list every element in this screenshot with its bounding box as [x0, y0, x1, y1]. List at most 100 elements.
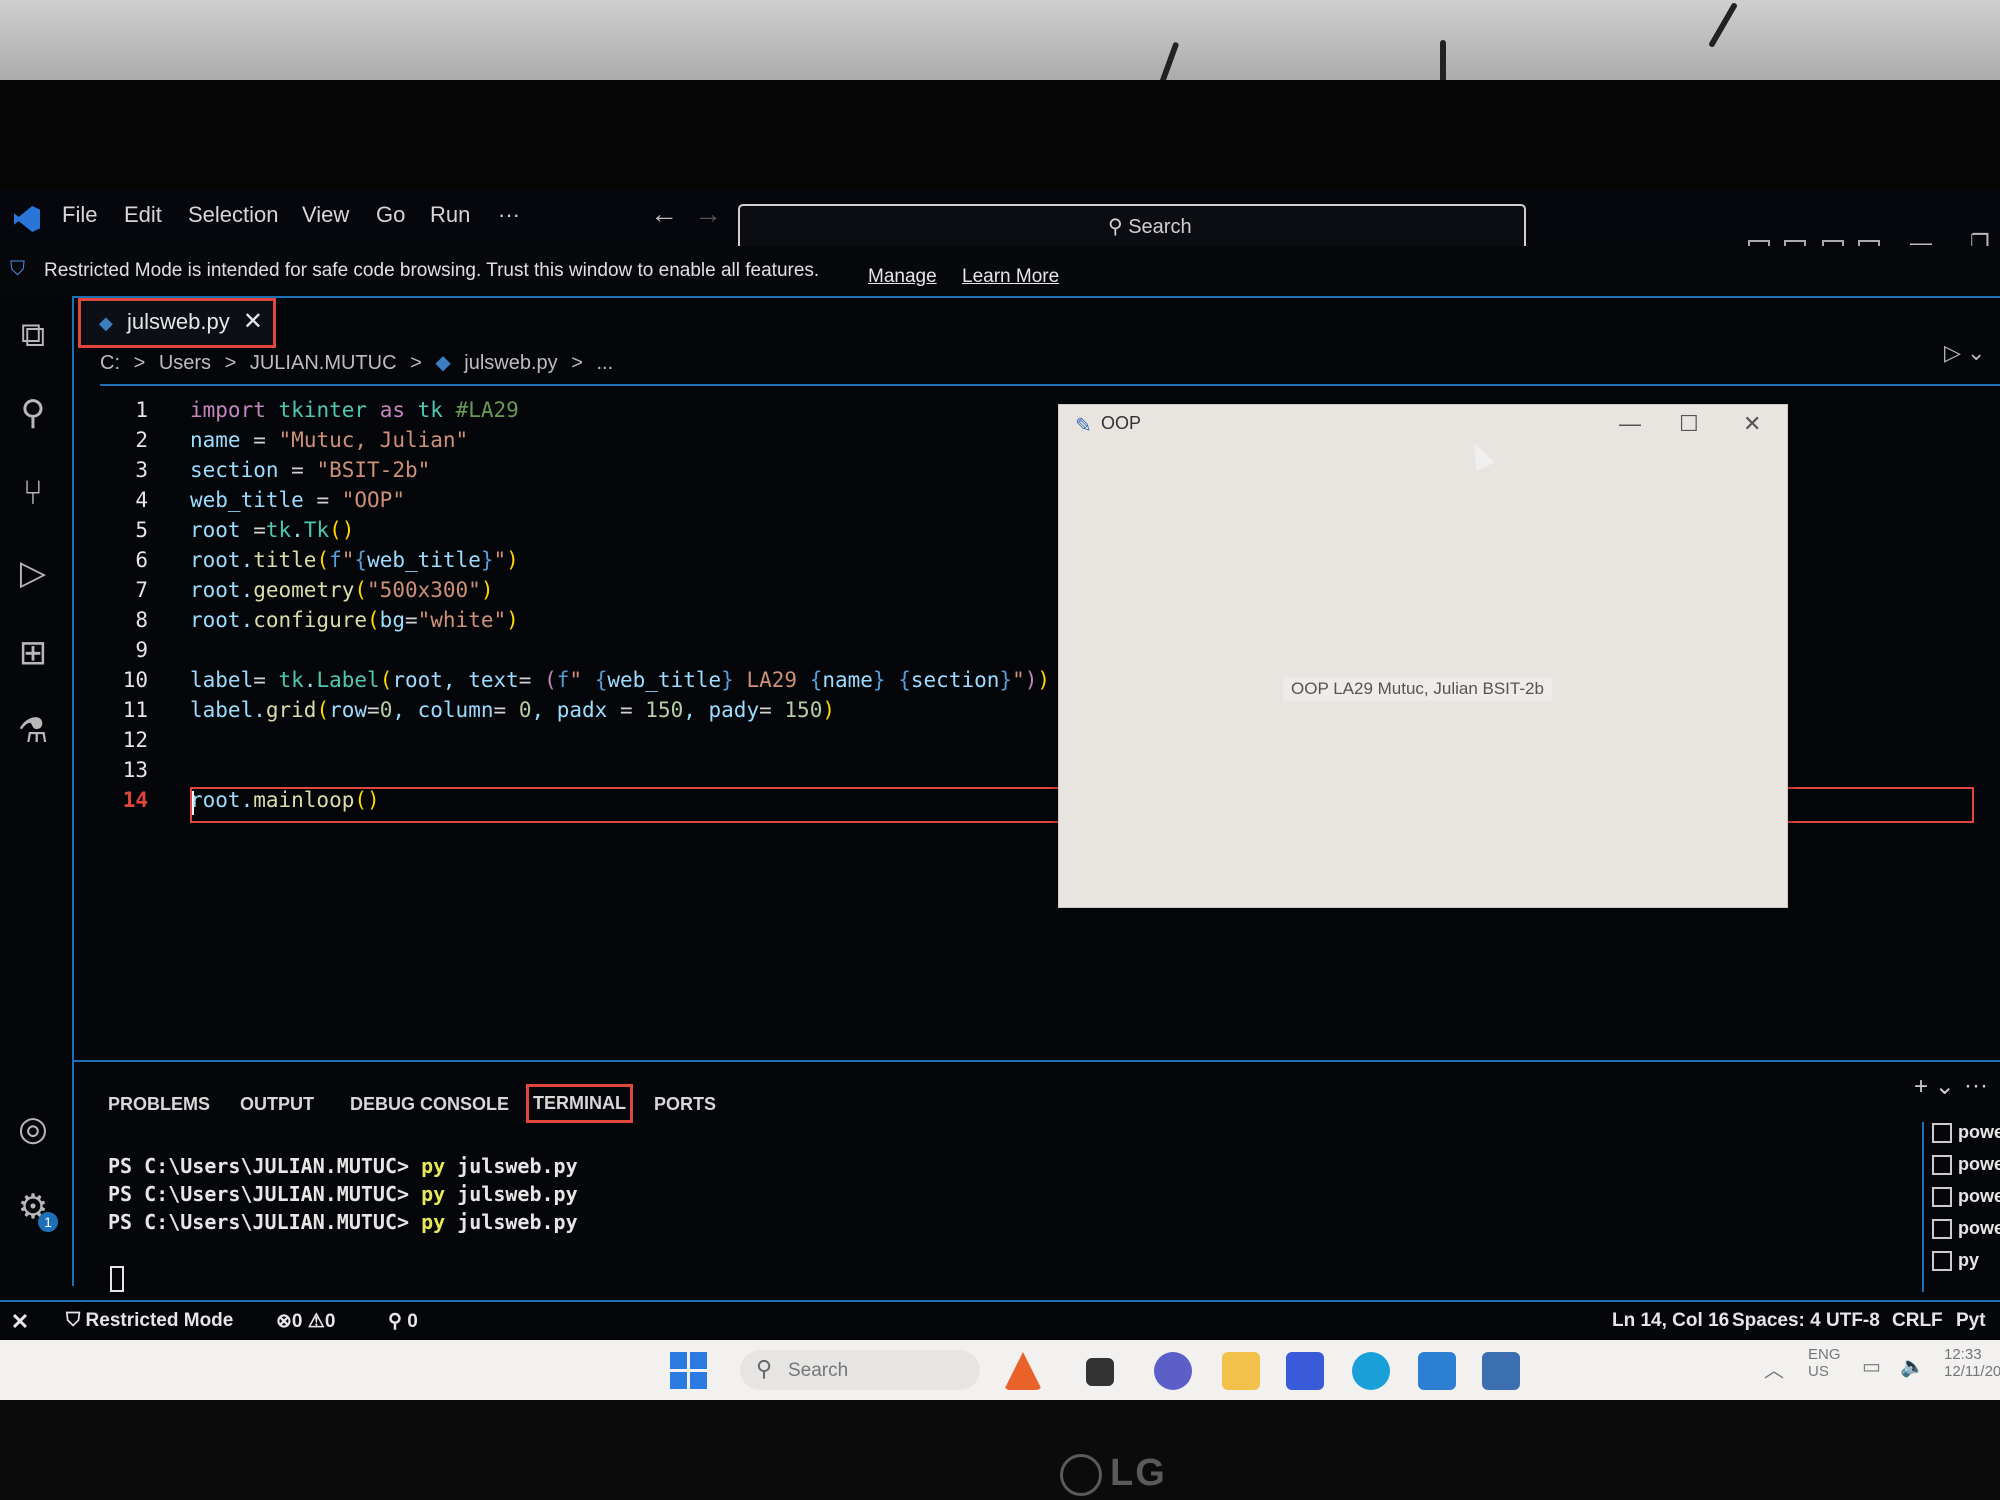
- menu-more[interactable]: ···: [498, 202, 520, 228]
- terminal-item[interactable]: powe: [1932, 1186, 2000, 1208]
- menu-view[interactable]: View: [302, 202, 349, 228]
- terminal-icon: [1932, 1187, 1952, 1208]
- monitor-bezel-bottom: [0, 1400, 2000, 1500]
- line-number: 12: [122, 728, 148, 752]
- line-number: 8: [135, 608, 148, 632]
- terminal-list: powe powe powe powe py: [1922, 1122, 2000, 1292]
- search-icon[interactable]: ⚲: [12, 392, 54, 434]
- encoding[interactable]: UTF-8: [1826, 1310, 1880, 1332]
- breadcrumb-symbols[interactable]: ...: [597, 352, 614, 374]
- restricted-mode-indicator[interactable]: ⛉ Restricted Mode: [66, 1310, 233, 1332]
- tab-label: julsweb.py: [127, 309, 230, 334]
- input-language[interactable]: ENG US: [1808, 1346, 1841, 1380]
- run-debug-icon[interactable]: ▷: [12, 552, 54, 594]
- terminal-icon: [1932, 1251, 1952, 1272]
- chat-icon[interactable]: [1154, 1352, 1192, 1390]
- source-control-icon[interactable]: ⑂: [12, 472, 54, 514]
- close-icon[interactable]: ✕: [1743, 411, 1761, 437]
- tk-oop-window[interactable]: ✎ OOP — ☐ ✕ OOP LA29 Mutuc, Julian BSIT-…: [1058, 404, 1788, 908]
- tab-ports[interactable]: PORTS: [654, 1094, 716, 1115]
- restricted-mode-banner: ⛉ Restricted Mode is intended for safe c…: [0, 246, 2000, 298]
- line-ending[interactable]: CRLF: [1892, 1310, 1943, 1332]
- terminal-line: PS C:\Users\JULIAN.MUTUC> py julsweb.py: [108, 1182, 578, 1206]
- remote-icon[interactable]: ✕: [0, 1302, 40, 1342]
- tab-debug-console[interactable]: DEBUG CONSOLE: [350, 1094, 509, 1115]
- terminal-item[interactable]: powe: [1932, 1122, 2000, 1144]
- explorer-icon[interactable]: ⧉: [12, 314, 54, 356]
- start-button[interactable]: [670, 1352, 708, 1390]
- learn-more-link[interactable]: Learn More: [962, 266, 1059, 288]
- terminal-item[interactable]: py: [1932, 1250, 1979, 1272]
- menu-file[interactable]: File: [62, 202, 97, 228]
- command-search-input[interactable]: ⚲ Search: [738, 204, 1526, 252]
- search-icon: ⚲: [756, 1356, 773, 1381]
- terminal-line: PS C:\Users\JULIAN.MUTUC> py julsweb.py: [108, 1210, 578, 1234]
- tab-output[interactable]: OUTPUT: [240, 1094, 314, 1115]
- status-bar: ✕ ⛉ Restricted Mode ⊗0 ⚠0 ⚲ 0 Ln 14, Col…: [0, 1300, 2000, 1342]
- ports-indicator[interactable]: ⚲ 0: [388, 1310, 418, 1333]
- language-mode[interactable]: Pyt: [1956, 1310, 1986, 1332]
- settings-gear-icon[interactable]: ⚙ 1: [12, 1186, 58, 1232]
- search-icon: ⚲: [1108, 216, 1123, 238]
- terminal-item[interactable]: powe: [1932, 1154, 2000, 1176]
- volume-icon[interactable]: 🔈: [1900, 1354, 1925, 1379]
- breadcrumb-user-folder[interactable]: JULIAN.MUTUC: [250, 352, 397, 374]
- taskbar-search-label: Search: [788, 1360, 849, 1381]
- breadcrumb-separator: >: [133, 352, 146, 374]
- menu-run[interactable]: Run: [430, 202, 470, 228]
- line-number: 10: [122, 668, 148, 692]
- breadcrumb-separator: >: [410, 352, 422, 374]
- app-icon[interactable]: [1004, 1352, 1042, 1390]
- tab-terminal[interactable]: TERMINAL: [526, 1084, 633, 1123]
- extensions-icon[interactable]: ⊞: [12, 632, 54, 674]
- maximize-icon[interactable]: ☐: [1679, 411, 1699, 437]
- cursor-position[interactable]: Ln 14, Col 16: [1612, 1310, 1729, 1332]
- bottom-panel: PROBLEMS OUTPUT DEBUG CONSOLE TERMINAL P…: [74, 1060, 2000, 1302]
- more-actions-icon[interactable]: ···: [1964, 1072, 1988, 1100]
- manage-link[interactable]: Manage: [868, 266, 937, 288]
- code-line-1: import tkinter as tk #LA29: [190, 398, 519, 422]
- lg-logo: LG: [1060, 1452, 1167, 1496]
- windows-taskbar: ⚲ Search ︿ ENG US ▭ 🔈 12:33 12/11/20: [0, 1340, 2000, 1400]
- problems-indicator[interactable]: ⊗0 ⚠0: [276, 1310, 335, 1333]
- breadcrumb-drive[interactable]: C:: [100, 352, 120, 374]
- new-terminal-icon[interactable]: + ⌄: [1914, 1072, 1955, 1101]
- task-view-icon[interactable]: [1086, 1358, 1114, 1386]
- testing-icon[interactable]: ⚗: [12, 710, 54, 752]
- menu-selection[interactable]: Selection: [188, 202, 279, 228]
- accounts-icon[interactable]: ◎: [12, 1108, 54, 1150]
- back-arrow-icon[interactable]: ←: [650, 198, 678, 230]
- terminal-line: PS C:\Users\JULIAN.MUTUC> py julsweb.py: [108, 1154, 578, 1178]
- chevron-up-icon[interactable]: ︿: [1764, 1354, 1784, 1383]
- indentation[interactable]: Spaces: 4: [1732, 1310, 1821, 1332]
- store-icon[interactable]: [1286, 1352, 1324, 1390]
- terminal-item[interactable]: powe: [1932, 1218, 2000, 1240]
- edge-icon[interactable]: [1352, 1352, 1390, 1390]
- file-explorer-icon[interactable]: [1222, 1352, 1260, 1390]
- python-taskbar-icon[interactable]: [1482, 1352, 1520, 1390]
- line-number: 2: [135, 428, 148, 452]
- tab-julsweb-py[interactable]: ◆ julsweb.py ✕: [78, 298, 276, 348]
- forward-arrow-icon[interactable]: →: [694, 198, 722, 230]
- network-icon[interactable]: ▭: [1862, 1354, 1881, 1379]
- line-number: 13: [122, 758, 148, 782]
- terminal-icon: [1932, 1123, 1952, 1144]
- vscode-logo-icon: [14, 206, 40, 232]
- code-line-7: root.geometry("500x300"): [190, 578, 494, 602]
- code-line-14: root.mainloop(): [190, 788, 380, 812]
- taskbar-search[interactable]: ⚲ Search: [740, 1350, 980, 1390]
- tk-label: OOP LA29 Mutuc, Julian BSIT-2b: [1283, 677, 1552, 701]
- clock[interactable]: 12:33 12/11/20: [1944, 1346, 2000, 1380]
- terminal-cursor: [110, 1266, 124, 1292]
- broadcast-icon: ⚲: [388, 1311, 402, 1332]
- vscode-taskbar-icon[interactable]: [1418, 1352, 1456, 1390]
- menu-go[interactable]: Go: [376, 202, 405, 228]
- whiteboard-mark: [1707, 1, 1739, 49]
- minimize-icon[interactable]: —: [1619, 411, 1641, 437]
- tab-problems[interactable]: PROBLEMS: [108, 1094, 210, 1115]
- search-placeholder: Search: [1128, 216, 1192, 238]
- menu-edit[interactable]: Edit: [124, 202, 162, 228]
- breadcrumb-users[interactable]: Users: [159, 352, 211, 374]
- tab-close-icon[interactable]: ✕: [243, 307, 263, 336]
- breadcrumb-file[interactable]: julsweb.py: [464, 352, 557, 374]
